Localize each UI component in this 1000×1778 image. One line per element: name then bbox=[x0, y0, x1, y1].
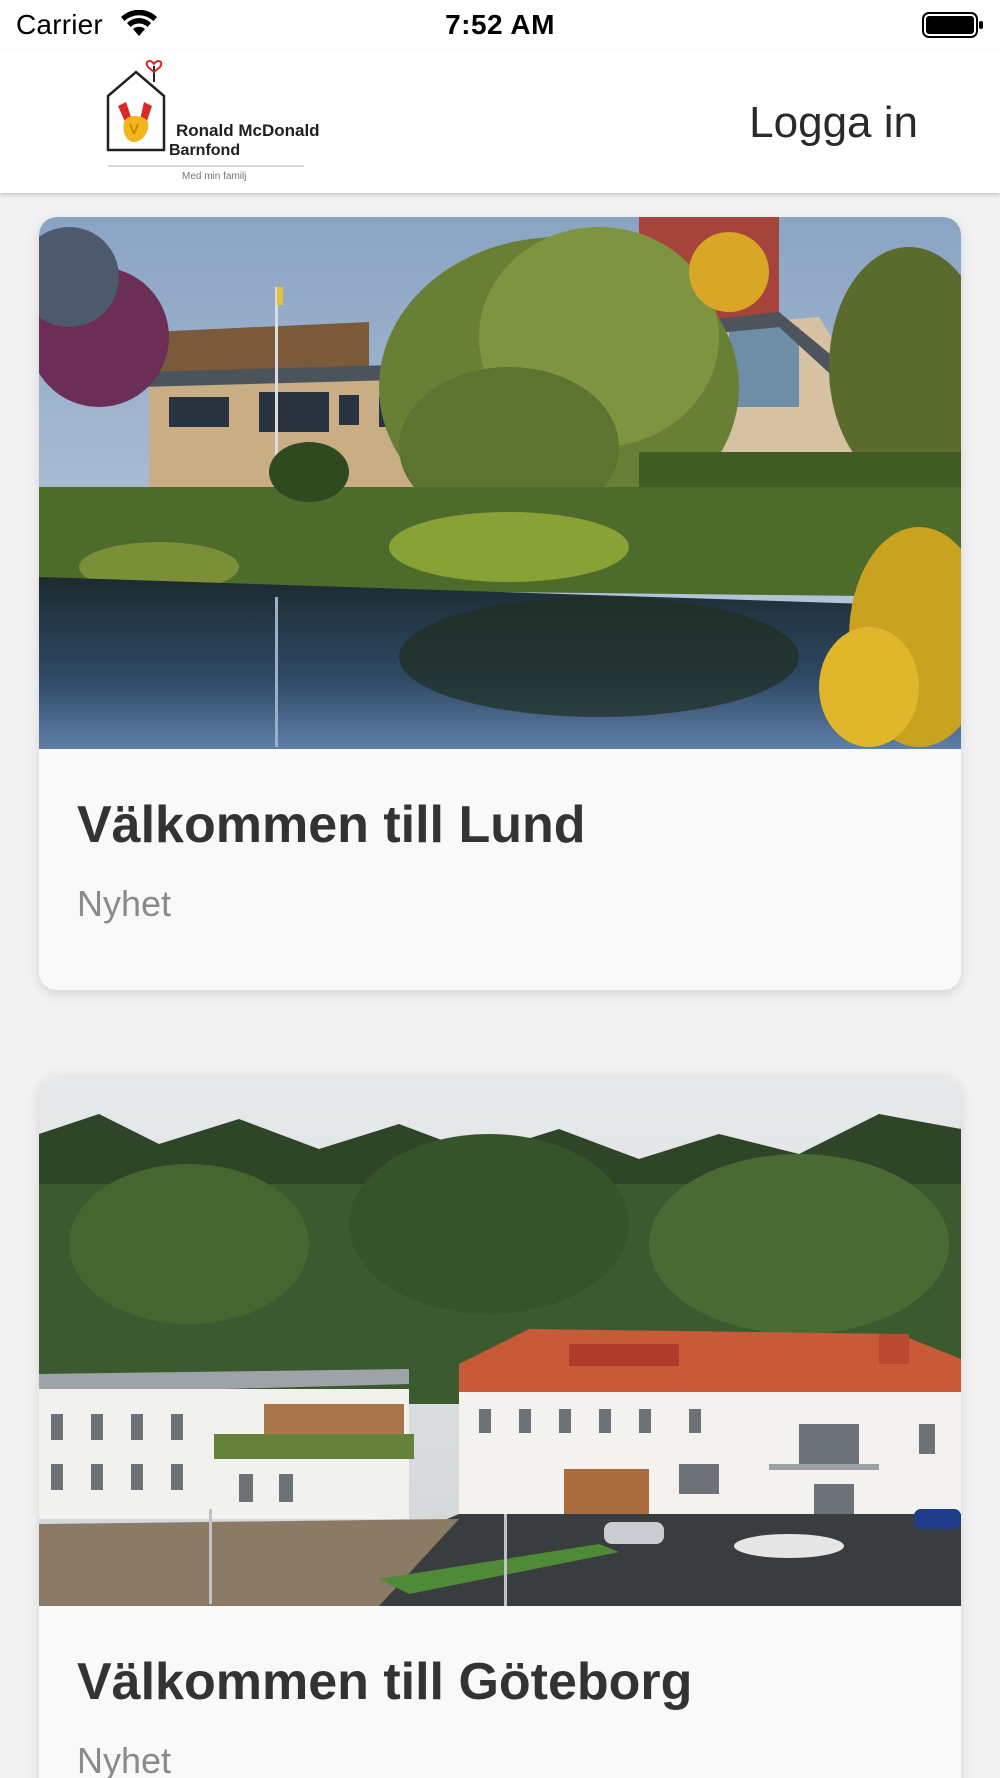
news-card-lund[interactable]: Välkommen till Lund Nyhet bbox=[39, 217, 961, 990]
goteborg-house-forest-photo bbox=[39, 1074, 961, 1606]
card-title: Välkommen till Göteborg bbox=[77, 1653, 693, 1711]
status-bar: Carrier 7:52 AM bbox=[0, 0, 1000, 50]
login-button[interactable]: Logga in bbox=[749, 98, 918, 148]
logo-line1: Ronald McDonald bbox=[176, 121, 320, 140]
card-image bbox=[39, 1074, 961, 1606]
card-image bbox=[39, 217, 961, 749]
battery-icon bbox=[922, 12, 983, 38]
logo-line2: Barnfond bbox=[169, 142, 241, 159]
app-header: Ronald McDonald Barnfond Med min familj … bbox=[0, 50, 1000, 193]
news-card-goteborg[interactable]: Välkommen till Göteborg Nyhet bbox=[39, 1074, 961, 1778]
lund-house-pond-photo bbox=[39, 217, 961, 749]
logo-tagline: Med min familj bbox=[182, 171, 247, 182]
card-category: Nyhet bbox=[77, 1740, 172, 1778]
status-time: 7:52 AM bbox=[445, 9, 555, 40]
logo[interactable]: Ronald McDonald Barnfond Med min familj bbox=[104, 58, 334, 186]
card-category: Nyhet bbox=[77, 883, 172, 924]
card-title: Välkommen till Lund bbox=[77, 796, 586, 854]
